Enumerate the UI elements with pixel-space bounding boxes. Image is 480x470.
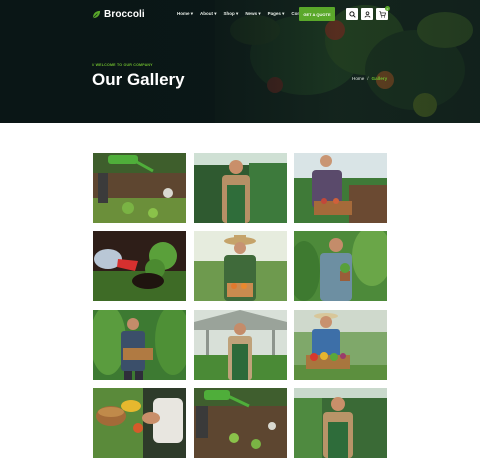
gallery-image-farmer-hat-crate[interactable] <box>194 231 287 301</box>
gallery-photo <box>294 388 387 458</box>
gallery-photo <box>194 231 287 301</box>
gallery-photo <box>93 310 186 380</box>
search-icon <box>348 10 356 18</box>
cart-count-badge: 0 <box>385 6 390 11</box>
page-hero <box>0 0 480 123</box>
nav-item-news[interactable]: News ▾ <box>245 11 260 17</box>
nav-item-home[interactable]: Home ▾ <box>177 11 193 17</box>
nav-item-about[interactable]: About ▾ <box>200 11 217 17</box>
brand-logo[interactable]: Broccoli <box>92 9 145 20</box>
get-a-quote-button[interactable]: GET A QUOTE <box>299 7 335 21</box>
gallery-image-watering-seedlings[interactable] <box>93 153 186 223</box>
account-button[interactable] <box>361 8 373 20</box>
nav-item-shop[interactable]: Shop ▾ <box>224 11 239 17</box>
gallery-photo <box>294 231 387 301</box>
cart-button[interactable]: 0 <box>376 6 390 20</box>
nav-item-pages[interactable]: Pages ▾ <box>268 11 285 17</box>
leaf-icon <box>92 10 101 19</box>
nav-label: Shop <box>223 11 235 16</box>
gallery-image-farmer-crate-field[interactable] <box>93 310 186 380</box>
breadcrumb-current: Gallery <box>371 76 388 81</box>
gallery-photo <box>93 231 186 301</box>
gallery-photo <box>194 310 287 380</box>
hero-overlay <box>0 0 480 123</box>
breadcrumb: Home / Gallery <box>352 76 387 81</box>
hero-eyebrow: // WELCOME TO OUR COMPANY <box>92 63 153 67</box>
gallery-photo <box>294 310 387 380</box>
breadcrumb-separator: / <box>367 76 369 81</box>
gallery-image-harvest-basket[interactable] <box>93 388 186 458</box>
gallery-image-farmer-crate[interactable] <box>294 153 387 223</box>
user-icon <box>364 10 370 18</box>
nav-label: Pages <box>267 11 281 16</box>
page-title: Our Gallery <box>92 70 185 89</box>
brand-name: Broccoli <box>104 9 145 20</box>
main-nav: Home ▾ About ▾ Shop ▾ News ▾ Pages ▾ Con… <box>177 11 308 17</box>
gallery-photo <box>194 388 287 458</box>
gallery-image-farmer-greenhouse[interactable] <box>194 153 287 223</box>
gallery-image-planting-gloves[interactable] <box>93 231 186 301</box>
cart-icon <box>378 10 386 18</box>
gallery-photo <box>93 153 186 223</box>
gallery-image-farmer-sapling[interactable] <box>294 231 387 301</box>
search-button[interactable] <box>346 8 358 20</box>
nav-label: Home <box>177 11 190 16</box>
gallery-image-watering-plants[interactable] <box>194 388 287 458</box>
gallery-photo <box>294 153 387 223</box>
nav-label: News <box>245 11 258 16</box>
nav-label: About <box>200 11 214 16</box>
gallery-image-farmer-greenhouse-3[interactable] <box>294 388 387 458</box>
gallery-image-farmer-greenhouse-2[interactable] <box>194 310 287 380</box>
breadcrumb-home-link[interactable]: Home <box>352 76 364 81</box>
gallery-photo <box>93 388 186 458</box>
gallery-image-farmer-vegetables[interactable] <box>294 310 387 380</box>
gallery-photo <box>194 153 287 223</box>
